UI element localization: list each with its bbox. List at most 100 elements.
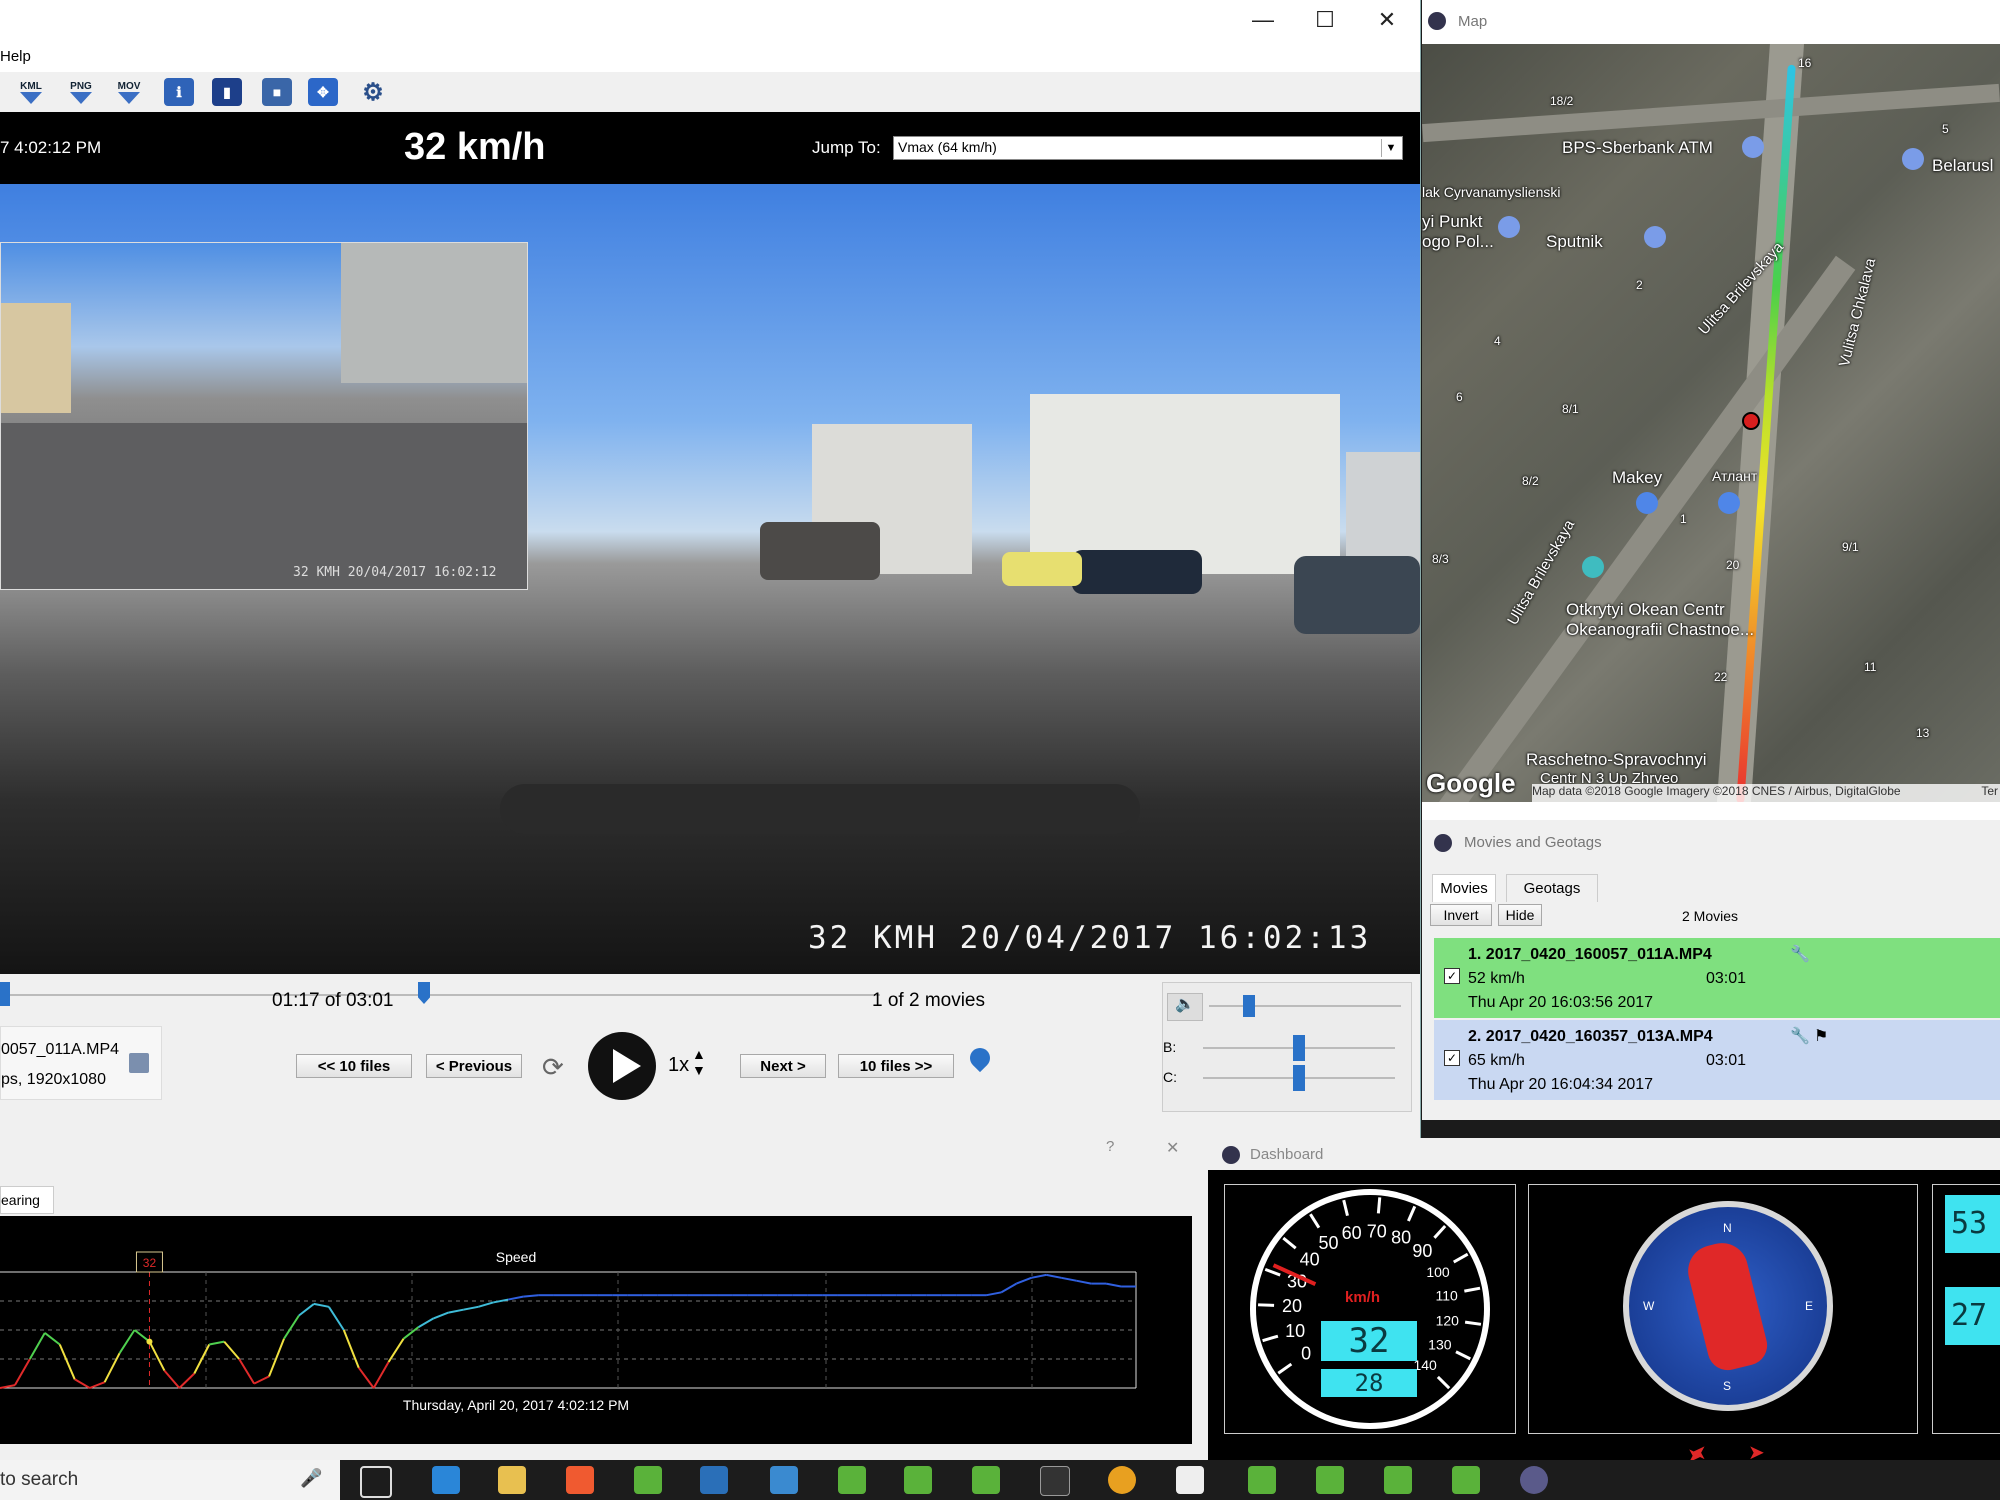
brightness-handle[interactable] <box>1293 1035 1305 1061</box>
map-title: Map <box>1458 13 1488 30</box>
help-button[interactable]: ? <box>1106 1138 1114 1155</box>
speed-segment <box>463 1305 479 1311</box>
shop-icon[interactable] <box>1636 492 1658 514</box>
speed-segment <box>357 1367 375 1389</box>
qt-icon[interactable] <box>904 1466 932 1494</box>
map-view[interactable]: BPS-Sberbank ATM Belarusl lak Cyrvanamys… <box>1422 44 2000 802</box>
taskbar-search[interactable]: to search 🎤 <box>0 1460 340 1500</box>
mail-icon[interactable] <box>1176 1466 1204 1494</box>
export-png-button[interactable]: PNG <box>66 78 96 106</box>
export-kml-button[interactable]: KML <box>16 78 46 106</box>
cmd-icon[interactable] <box>1040 1466 1070 1496</box>
chevron-down-icon: ▼ <box>1381 139 1400 157</box>
qt-icon[interactable] <box>1384 1466 1412 1494</box>
volume-icon[interactable]: 🔈 <box>1167 993 1203 1021</box>
speed-chart[interactable]: Speed Thursday, April 20, 2017 4:02:12 P… <box>0 1216 1192 1444</box>
wrench-icon[interactable]: 🔧 <box>1790 944 1810 964</box>
timeline-handle[interactable] <box>418 982 430 1004</box>
qt-icon[interactable] <box>1248 1466 1276 1494</box>
qt-icon[interactable] <box>1452 1466 1480 1494</box>
menu-bar: Help <box>0 44 1420 72</box>
movie-duration: 03:01 <box>1706 1052 1747 1069</box>
back-10-files-button[interactable]: << 10 files <box>296 1054 412 1078</box>
edge-icon[interactable] <box>432 1466 460 1494</box>
poi-icon[interactable] <box>1498 216 1520 238</box>
app-icon[interactable] <box>1520 1466 1548 1494</box>
poi-icon[interactable] <box>1902 148 1924 170</box>
lock-icon[interactable]: ■ <box>262 78 292 106</box>
next-button[interactable]: Next > <box>740 1054 826 1078</box>
jump-select[interactable]: Vmax (64 km/h) ▼ <box>893 136 1403 160</box>
fullscreen-icon[interactable]: ✥ <box>308 78 338 106</box>
movie-checkbox[interactable]: ✓ <box>1444 1050 1460 1066</box>
volume-handle[interactable] <box>1243 995 1255 1017</box>
location-pin-icon[interactable] <box>965 1043 995 1073</box>
movie-entry[interactable]: ✓ 1. 2017_0420_160057_011A.MP4 🔧 52 km/h… <box>1434 938 2000 1018</box>
speed-segment <box>508 1295 524 1301</box>
speed-segment <box>148 1341 166 1372</box>
tab-movies[interactable]: Movies <box>1432 874 1496 902</box>
atm-icon[interactable] <box>1742 136 1764 158</box>
file-name: 0057_011A.MP4 <box>1 1041 120 1058</box>
wrench-icon[interactable]: 🔧 <box>1790 1026 1810 1046</box>
play-icon <box>613 1049 641 1083</box>
info-icon[interactable]: ℹ <box>164 78 194 106</box>
hide-button[interactable]: Hide <box>1498 904 1542 926</box>
invert-button[interactable]: Invert <box>1430 904 1492 926</box>
speed-segment <box>238 1358 255 1385</box>
poi-icon[interactable] <box>1644 226 1666 248</box>
qt-icon[interactable] <box>972 1466 1000 1494</box>
explorer-icon[interactable] <box>498 1466 526 1494</box>
contrast-handle[interactable] <box>1293 1065 1305 1091</box>
tab-geotags[interactable]: Geotags <box>1506 874 1598 902</box>
toolbar: KML PNG MOV ℹ ▮ ■ ✥ ⚙ <box>0 72 1420 113</box>
save-icon[interactable] <box>129 1053 149 1073</box>
volume-track[interactable] <box>1209 1005 1401 1007</box>
task-view-icon[interactable] <box>360 1466 392 1498</box>
picture-in-picture[interactable]: 32 KMH 20/04/2017 16:02:12 <box>0 242 528 590</box>
menu-help[interactable]: Help <box>0 48 31 65</box>
microphone-icon[interactable]: 🎤 <box>300 1468 322 1489</box>
play-button[interactable] <box>588 1032 656 1100</box>
map-number: 13 <box>1916 726 1930 740</box>
chrome-icon[interactable] <box>1108 1466 1136 1494</box>
map-label: Belarusl <box>1932 156 1994 175</box>
dashboard-titlebar: Dashboard <box>1208 1138 2000 1170</box>
split-icon[interactable]: ▮ <box>212 78 242 106</box>
minimize-button[interactable]: — <box>1232 0 1294 40</box>
video-frame[interactable]: 32 KMH 20/04/2017 16:02:12 32 KMH 20/04/… <box>0 184 1420 974</box>
reload-icon[interactable]: ⟳ <box>542 1052 564 1083</box>
movie-checkbox[interactable]: ✓ <box>1444 968 1460 984</box>
qt-icon[interactable] <box>634 1466 662 1494</box>
speed-segment <box>342 1329 360 1369</box>
movies-panel: Movies and Geotags Movies Geotags Invert… <box>1422 820 2000 1120</box>
speed-segment <box>89 1381 105 1389</box>
close-chart-button[interactable]: ✕ <box>1166 1138 1179 1158</box>
gear-icon[interactable]: ⚙ <box>358 78 388 106</box>
speed-segment <box>193 1344 211 1374</box>
close-button[interactable]: ✕ <box>1356 0 1418 40</box>
previous-button[interactable]: < Previous <box>426 1054 522 1078</box>
browser-icon[interactable] <box>770 1466 798 1494</box>
terminal-icon[interactable] <box>700 1466 728 1494</box>
maximize-button[interactable]: ☐ <box>1294 0 1356 40</box>
shop-icon[interactable] <box>1718 492 1740 514</box>
map-number: 8/2 <box>1522 474 1539 488</box>
terms-link[interactable]: Ter <box>1981 784 1998 798</box>
car-shape <box>1294 556 1420 634</box>
qt-icon[interactable] <box>838 1466 866 1494</box>
tab-bearing[interactable]: earing <box>0 1186 54 1214</box>
store-icon[interactable] <box>566 1466 594 1494</box>
export-mov-button[interactable]: MOV <box>114 78 144 106</box>
map-label: Raschetno-Spravochnyi <box>1526 750 1707 769</box>
compass-e: E <box>1805 1299 1814 1313</box>
qt-icon[interactable] <box>1316 1466 1344 1494</box>
speed-stepper-icon[interactable]: ▲ ▼ <box>692 1046 706 1078</box>
museum-icon[interactable] <box>1582 556 1604 578</box>
timeline-start-handle[interactable] <box>0 982 10 1006</box>
chart-series <box>0 1273 1136 1389</box>
movie-entry[interactable]: ✓ 2. 2017_0420_160357_013A.MP4 🔧 ⚑ 65 km… <box>1434 1020 2000 1100</box>
speed-segment <box>58 1344 76 1380</box>
timeline-track[interactable] <box>0 994 880 996</box>
forward-10-files-button[interactable]: 10 files >> <box>838 1054 954 1078</box>
